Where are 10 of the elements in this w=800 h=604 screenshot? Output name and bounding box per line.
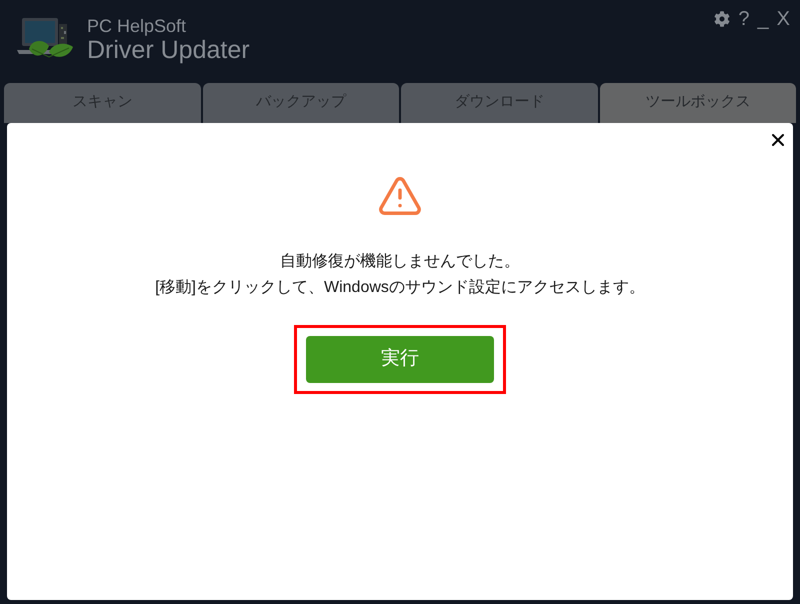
message-text: [移動]をクリックして、Windowsのサウンド設定にアクセスします。: [155, 278, 645, 298]
message-text: 自動修復が機能しませんでした。: [280, 252, 520, 272]
run-button[interactable]: 実行: [306, 336, 494, 383]
close-button[interactable]: X: [776, 9, 790, 29]
brand-name: PC HelpSoft: [87, 16, 188, 37]
tab[interactable]: ツールボックス: [600, 83, 796, 123]
settings-icon[interactable]: [714, 11, 730, 27]
minimize-button[interactable]: _: [758, 9, 769, 29]
help-button[interactable]: ?: [738, 9, 750, 29]
product-name: Driver Updater: [87, 37, 250, 64]
